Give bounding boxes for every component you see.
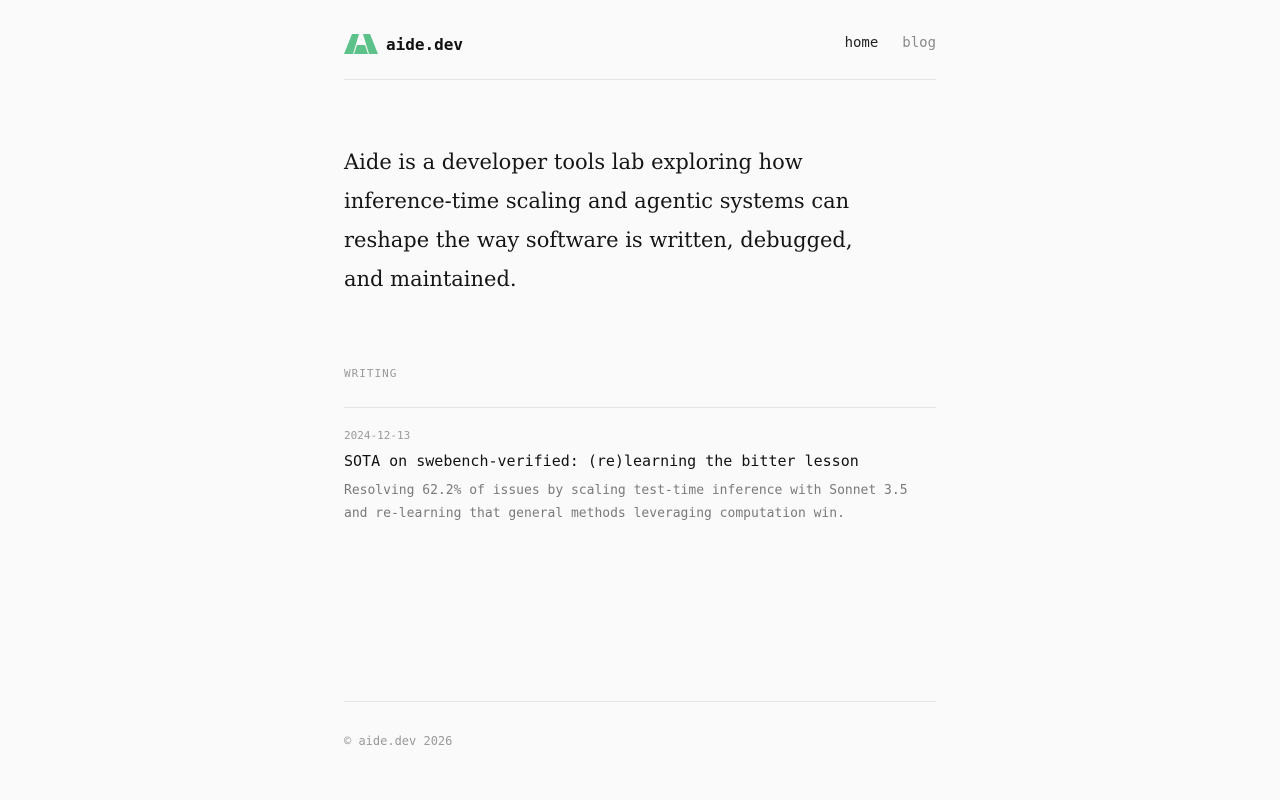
nav-link-home[interactable]: home: [845, 35, 879, 51]
aide-logo-icon: [344, 34, 378, 54]
section-divider: [344, 407, 936, 408]
footer-divider: [344, 701, 936, 702]
brand-link[interactable]: aide.dev: [344, 34, 463, 54]
intro-text: Aide is a developer tools lab exploring …: [344, 150, 853, 291]
post-list-item[interactable]: 2024-12-13 SOTA on swebench-verified: (r…: [344, 429, 936, 525]
post-date: 2024-12-13: [344, 429, 411, 442]
post-description: Resolving 62.2% of issues by scaling tes…: [344, 483, 908, 521]
post-title[interactable]: SOTA on swebench-verified: (re)learning …: [344, 451, 936, 471]
writing-section-label: WRITING: [344, 367, 398, 380]
brand-name: aide.dev: [386, 34, 464, 54]
nav-link-blog[interactable]: blog: [902, 35, 936, 51]
site-header: aide.dev home blog: [344, 0, 936, 80]
footer-copyright: © aide.dev 2026: [344, 734, 453, 748]
main-nav: home blog: [845, 35, 936, 51]
page-container: aide.dev home blog Aide is a developer t…: [344, 0, 936, 800]
